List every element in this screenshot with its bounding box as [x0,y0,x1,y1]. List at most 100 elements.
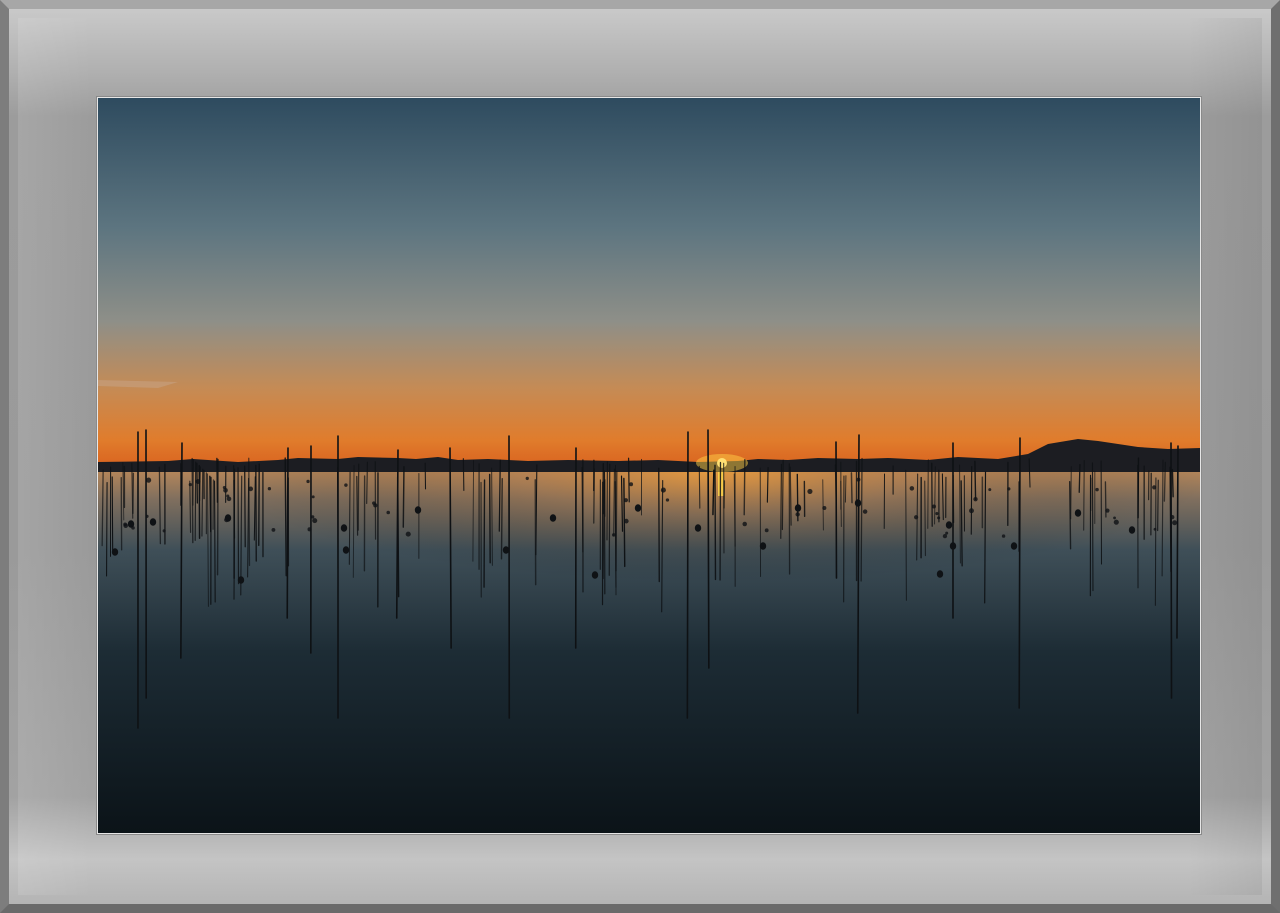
pole [488,473,491,564]
buoy [149,518,157,526]
buoy [1001,534,1006,538]
buoy [386,510,391,515]
buoy [1153,527,1157,531]
pole [615,464,617,596]
buoy [162,529,166,533]
buoy [694,524,702,532]
sun-halo [696,454,748,472]
buoy [1152,485,1157,490]
buoy [224,517,229,523]
pole [189,480,192,533]
pole [1018,437,1021,709]
buoy [146,477,152,483]
buoy [372,501,376,505]
buoy [759,542,767,550]
buoy [742,521,747,527]
pole [780,463,783,539]
buoy [1172,520,1178,526]
pole [472,460,475,562]
buoy [822,505,827,511]
pole [686,431,689,719]
pole [1083,460,1085,531]
buoy [807,488,813,494]
buoy [195,479,201,484]
buoy [1113,519,1119,525]
buoy [1010,542,1018,550]
buoy [862,509,868,514]
pole [201,468,204,537]
pole [613,468,616,537]
pole [844,475,847,503]
buoy [764,528,769,533]
pole [1169,466,1172,573]
buoy [945,521,953,529]
pole [1156,479,1159,532]
pole [402,466,405,528]
pole [500,478,503,560]
buoy [188,482,192,487]
buoy [909,486,915,491]
pole [213,480,216,603]
buoy [634,504,642,512]
pole [766,467,769,503]
buoy [223,488,228,493]
pole [1176,445,1179,639]
buoy [145,514,149,518]
picture-frame [0,0,1280,913]
buoy [1105,508,1110,513]
pole [233,465,236,539]
photo [97,97,1201,834]
pole [106,481,108,577]
pole [1154,477,1157,606]
pole [366,461,368,505]
buoy [988,488,992,492]
buoy [525,476,529,481]
pole [698,465,701,509]
buoy [795,512,800,517]
buoy [623,498,628,503]
pole [905,469,908,601]
pole [789,466,792,526]
pole [850,472,853,504]
buoy [660,487,666,493]
buoy [856,477,861,482]
pole [593,468,595,524]
buoy [237,576,245,584]
pole [781,459,784,531]
pole [396,476,400,598]
buoy [123,523,129,529]
pole [924,480,927,557]
buoy [1074,509,1082,517]
sunset-scene [98,98,1200,833]
pole [840,480,842,528]
pole [822,479,824,531]
buoy [267,487,272,491]
buoy [311,495,315,499]
pole [286,447,289,619]
buoy [931,504,936,509]
buoy [340,524,348,532]
pole [984,471,987,604]
pole [712,469,715,516]
buoy [549,514,557,522]
buoy [248,486,254,492]
buoy [936,570,944,578]
buoy [271,528,276,532]
buoy [310,515,315,519]
buoy [949,542,957,550]
buoy [1128,526,1136,534]
pole [860,457,863,582]
buoy [405,531,411,537]
buoy [945,531,949,535]
buoy [344,483,348,487]
buoy [414,506,422,514]
buoy [312,518,318,524]
pole [743,459,746,516]
buoy [1095,487,1099,492]
buoy [935,512,939,516]
pole [244,465,246,548]
buoy [131,526,135,530]
buoy [629,482,634,487]
pole [1163,461,1167,502]
pole [248,457,251,567]
